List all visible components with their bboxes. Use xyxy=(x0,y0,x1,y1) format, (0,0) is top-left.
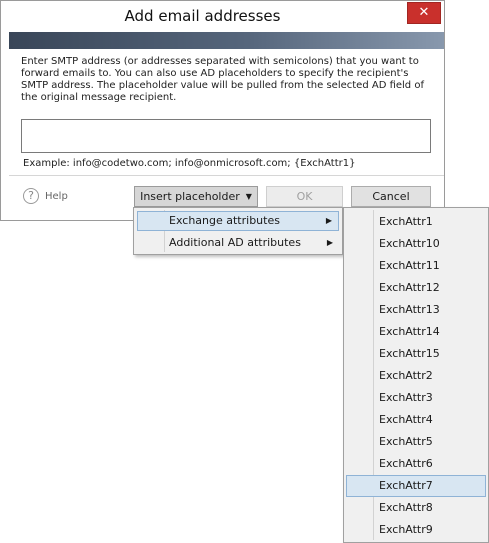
add-email-dialog: Add email addresses ✕ Enter SMTP address… xyxy=(0,0,445,221)
submenu-item-exchattr1[interactable]: ExchAttr1 xyxy=(346,211,486,233)
submenu-item-exchattr8[interactable]: ExchAttr8 xyxy=(346,497,486,519)
menu-item-label: Additional AD attributes xyxy=(169,236,301,249)
instructions-text: Enter SMTP address (or addresses separat… xyxy=(21,56,424,103)
submenu-item-exchattr2[interactable]: ExchAttr2 xyxy=(346,365,486,387)
help-icon: ? xyxy=(23,188,39,204)
divider xyxy=(9,175,444,176)
example-text: Example: info@codetwo.com; info@onmicros… xyxy=(23,158,356,169)
placeholder-menu: Exchange attributes ▶ Additional AD attr… xyxy=(133,207,343,255)
submenu-item-exchattr15[interactable]: ExchAttr15 xyxy=(346,343,486,365)
submenu-item-exchattr12[interactable]: ExchAttr12 xyxy=(346,277,486,299)
menu-item-label: Exchange attributes xyxy=(169,214,280,227)
help-label: Help xyxy=(45,190,68,202)
submenu-item-exchattr7[interactable]: ExchAttr7 xyxy=(346,475,486,497)
title-bar: Add email addresses ✕ xyxy=(1,1,444,31)
insert-placeholder-button[interactable]: Insert placeholder ▼ xyxy=(134,186,258,207)
close-icon: ✕ xyxy=(418,5,430,20)
email-addresses-input[interactable] xyxy=(21,119,431,153)
submenu-arrow-icon: ▶ xyxy=(326,238,333,247)
help-link[interactable]: ? Help xyxy=(23,188,68,204)
menu-item-additional-ad-attributes[interactable]: Additional AD attributes ▶ xyxy=(137,233,339,253)
chevron-down-icon: ▼ xyxy=(245,192,252,201)
ok-button[interactable]: OK xyxy=(266,186,343,207)
submenu-item-exchattr4[interactable]: ExchAttr4 xyxy=(346,409,486,431)
submenu-item-exchattr11[interactable]: ExchAttr11 xyxy=(346,255,486,277)
submenu-item-exchattr14[interactable]: ExchAttr14 xyxy=(346,321,486,343)
submenu-item-exchattr13[interactable]: ExchAttr13 xyxy=(346,299,486,321)
cancel-button[interactable]: Cancel xyxy=(351,186,431,207)
header-banner xyxy=(9,32,444,49)
exchange-attributes-submenu: ExchAttr1 ExchAttr10 ExchAttr11 ExchAttr12 E… xyxy=(343,207,489,543)
submenu-item-exchattr5[interactable]: ExchAttr5 xyxy=(346,431,486,453)
submenu-item-exchattr3[interactable]: ExchAttr3 xyxy=(346,387,486,409)
dialog-title: Add email addresses xyxy=(124,7,281,25)
submenu-item-exchattr6[interactable]: ExchAttr6 xyxy=(346,453,486,475)
submenu-item-exchattr10[interactable]: ExchAttr10 xyxy=(346,233,486,255)
submenu-arrow-icon: ▶ xyxy=(325,216,332,225)
menu-item-exchange-attributes[interactable]: Exchange attributes ▶ xyxy=(137,211,339,231)
submenu-item-exchattr9[interactable]: ExchAttr9 xyxy=(346,519,486,541)
insert-placeholder-label: Insert placeholder xyxy=(140,190,240,203)
close-button[interactable]: ✕ xyxy=(407,2,441,24)
